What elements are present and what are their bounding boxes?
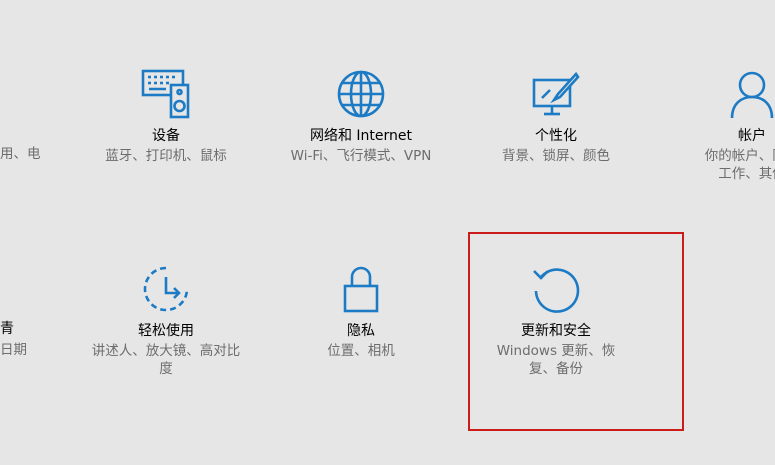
ease-of-access-icon [140, 263, 192, 315]
tile-personalization-title: 个性化 [535, 128, 577, 144]
tile-devices-title: 设备 [152, 128, 180, 144]
tile-personalization[interactable]: 个性化 背景、锁屏、颜色 [476, 68, 636, 165]
tile-network-title: 网络和 Internet [309, 128, 413, 144]
tile-ease-of-access[interactable]: 轻松使用 讲述人、放大镜、高对比度 [86, 263, 246, 378]
person-icon [726, 68, 775, 120]
tile-network-desc: Wi-Fi、飞行模式、VPN [290, 148, 432, 164]
monitor-paintbrush-icon [530, 68, 582, 120]
tile-ease-of-access-desc: 讲述人、放大镜、高对比度 [91, 343, 241, 377]
tile-devices-desc: 蓝牙、打印机、鼠标 [105, 148, 227, 164]
tile-update-security-title: 更新和安全 [521, 323, 591, 339]
tile-privacy[interactable]: 隐私 位置、相机 [281, 263, 441, 360]
tile-accounts-title: 帐户 [738, 128, 766, 144]
tile-accounts-desc-line1: 你的帐户、同步 [704, 148, 775, 164]
tile-update-security[interactable]: 更新和安全 Windows 更新、恢复、备份 [476, 263, 636, 378]
tile-accounts-desc-line2: 工作、其他 [718, 166, 775, 182]
tile-network[interactable]: 网络和 Internet Wi-Fi、飞行模式、VPN [281, 68, 441, 165]
tile-personalization-desc: 背景、锁屏、颜色 [502, 148, 610, 164]
partial-tile-left-row2-desc[interactable]: 日期 [0, 341, 27, 359]
partial-tile-left-row2-title[interactable]: 青 [0, 320, 14, 338]
tile-devices[interactable]: 设备 蓝牙、打印机、鼠标 [86, 68, 246, 165]
tile-privacy-desc: 位置、相机 [327, 343, 395, 359]
globe-icon [335, 68, 387, 120]
tile-update-security-desc: Windows 更新、恢复、备份 [496, 343, 616, 377]
lock-icon [335, 263, 387, 315]
refresh-icon [530, 263, 582, 315]
tile-accounts[interactable]: 帐户 你的帐户、同步 工作、其他 [672, 68, 775, 183]
keyboard-speaker-icon [140, 68, 192, 120]
partial-tile-left-row1-desc[interactable]: 用、电 [0, 145, 41, 163]
tile-ease-of-access-title: 轻松使用 [138, 323, 194, 339]
tile-privacy-title: 隐私 [347, 323, 375, 339]
